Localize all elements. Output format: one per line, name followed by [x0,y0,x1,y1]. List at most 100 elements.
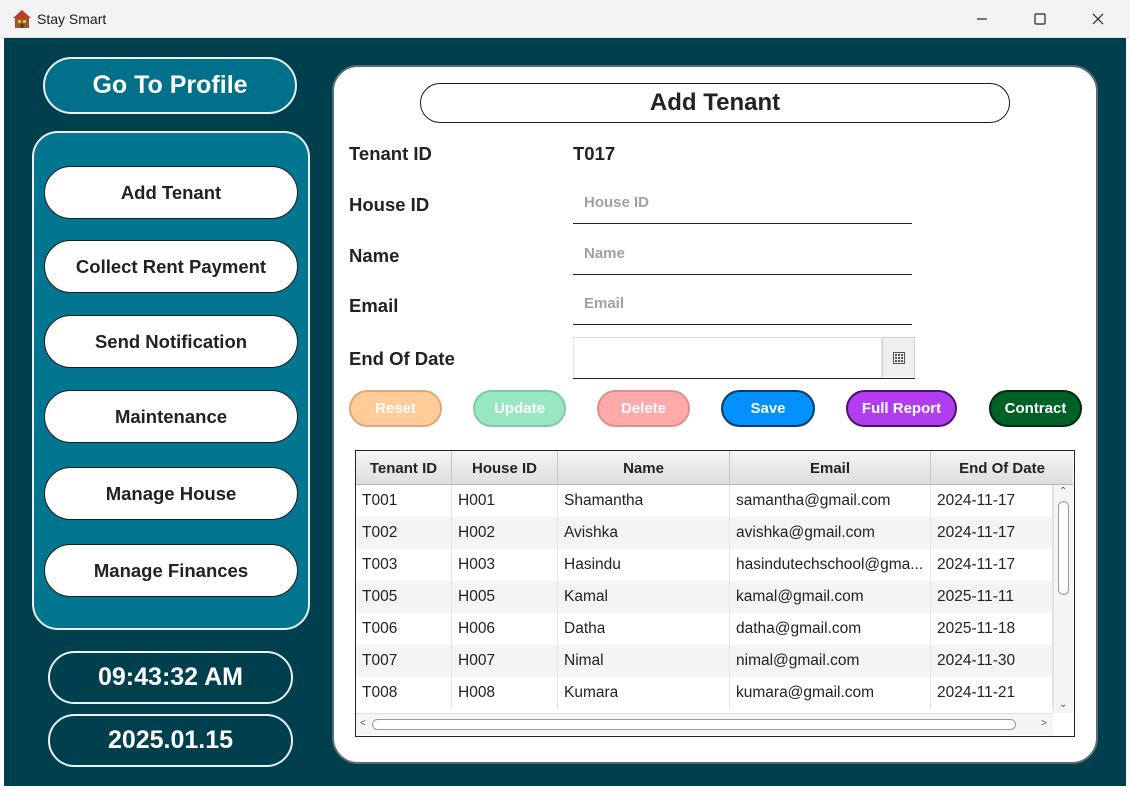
cell-end-date-text: 2025-11-18 [937,620,1016,637]
cell-name-text: Kumara [564,684,619,701]
maximize-button[interactable] [1011,0,1069,38]
scroll-right-icon[interactable]: > [1041,719,1047,729]
table-row[interactable]: T007 H007 Nimal nimal@gmail.com 2024-11-30 [356,645,1053,677]
cell-end-date-text: 2024-11-30 [937,652,1016,669]
close-icon [1092,13,1104,25]
cell-email-text: kumara@gmail.com [736,684,875,701]
cell-email: samantha@gmail.com [730,485,931,517]
house-id-input[interactable] [573,182,912,224]
cell-end-date-text: 2024-11-21 [937,684,1016,701]
email-label: Email [349,295,399,316]
cell-tenant-id: T005 [356,581,452,613]
maximize-icon [1034,13,1046,25]
delete-button[interactable]: Delete [597,390,690,427]
table-row[interactable]: T003 H003 Hasindu hasindutechschool@gma... 2… [356,549,1053,581]
cell-end-date-text: 2024-11-17 [937,492,1016,509]
cell-end-date: 2025-11-18 [931,613,1053,645]
column-header-end-date[interactable]: End Of Date [931,451,1073,485]
cell-email: kamal@gmail.com [730,581,931,613]
cell-tenant-id: T003 [356,549,452,581]
app-body: Go To Profile Add Tenant Collect Rent Pa… [4,38,1126,786]
nav-collect-rent-payment-button[interactable]: Collect Rent Payment [44,240,298,293]
table-body: T001 H001 Shamantha samantha@gmail.com 2024-… [356,485,1053,713]
scroll-up-icon[interactable]: ⌃ [1059,487,1067,497]
vertical-scroll-thumb[interactable] [1058,501,1069,595]
column-header-name[interactable]: Name [558,451,730,485]
horizontal-scrollbar[interactable]: < > [356,713,1053,735]
cell-email: datha@gmail.com [730,613,931,645]
column-header-tenant-id[interactable]: Tenant ID [356,451,452,485]
cell-email: nimal@gmail.com [730,645,931,677]
minimize-button[interactable] [953,0,1011,38]
cell-tenant-id-text: T003 [362,556,398,573]
cell-house-id-text: H005 [458,588,496,605]
nav-add-tenant-button[interactable]: Add Tenant [44,166,298,219]
cell-house-id-text: H008 [458,684,496,701]
cell-house-id-text: H007 [458,652,496,669]
cell-name-text: Shamantha [564,492,644,509]
table-row[interactable]: T008 H008 Kumara kumara@gmail.com 2024-11-21 [356,677,1053,709]
cell-house-id-text: H001 [458,492,496,509]
cell-end-date: 2024-11-17 [931,549,1053,581]
vertical-scrollbar[interactable]: ⌃ ⌄ [1053,485,1073,713]
cell-name: Avishka [558,517,730,549]
nav-manage-finances-button[interactable]: Manage Finances [44,544,298,597]
cell-email: hasindutechschool@gma... [730,549,931,581]
cell-end-date-text: 2024-11-17 [937,556,1016,573]
nav-send-notification-button[interactable]: Send Notification [44,315,298,368]
calendar-button[interactable] [882,337,915,377]
save-button[interactable]: Save [721,390,815,427]
cell-email: kumara@gmail.com [730,677,931,709]
go-to-profile-button[interactable]: Go To Profile [43,57,297,114]
tenant-id-value: T017 [573,143,616,164]
horizontal-scroll-thumb[interactable] [372,719,1016,730]
cell-house-id-text: H006 [458,620,496,637]
close-button[interactable] [1069,0,1127,38]
add-tenant-panel: Add Tenant Tenant ID T017 House ID Name … [332,65,1098,764]
table-row[interactable]: T006 H006 Datha datha@gmail.com 2025-11-18 [356,613,1053,645]
window-title: Stay Smart [37,11,107,27]
cell-house-id-text: H002 [458,524,496,541]
table-row[interactable]: T001 H001 Shamantha samantha@gmail.com 2024-… [356,485,1053,517]
email-input[interactable] [573,283,912,325]
cell-email-text: nimal@gmail.com [736,652,860,669]
name-label: Name [349,245,400,266]
table-row[interactable]: T005 H005 Kamal kamal@gmail.com 2025-11-11 [356,581,1053,613]
cell-end-date: 2025-11-11 [931,581,1053,613]
scroll-left-icon[interactable]: < [360,719,366,729]
cell-name-text: Nimal [564,652,604,669]
cell-email-text: samantha@gmail.com [736,492,891,509]
cell-tenant-id: T007 [356,645,452,677]
cell-house-id: H006 [452,613,558,645]
column-header-email[interactable]: Email [730,451,931,485]
scroll-down-icon[interactable]: ⌄ [1059,700,1067,710]
column-header-house-id[interactable]: House ID [452,451,558,485]
cell-name: Nimal [558,645,730,677]
house-icon [13,10,31,28]
cell-email-text: hasindutechschool@gma... [736,556,924,573]
update-button[interactable]: Update [473,390,566,427]
cell-house-id: H003 [452,549,558,581]
cell-house-id: H001 [452,485,558,517]
cell-tenant-id: T001 [356,485,452,517]
reset-button[interactable]: Reset [349,390,442,427]
table-row[interactable]: T002 H002 Avishka avishka@gmail.com 2024-11-… [356,517,1053,549]
cell-name-text: Hasindu [564,556,621,573]
page-title: Add Tenant [420,83,1010,123]
contract-button[interactable]: Contract [989,390,1082,427]
cell-house-id: H007 [452,645,558,677]
nav-maintenance-button[interactable]: Maintenance [44,390,298,443]
window-titlebar: Stay Smart [0,0,1130,38]
clock-date: 2025.01.15 [48,714,293,767]
cell-tenant-id-text: T001 [362,492,398,509]
name-input[interactable] [573,233,912,275]
tenants-table: Tenant ID House ID Name Email End Of Dat… [355,450,1075,737]
end-date-input[interactable] [573,337,882,377]
cell-email-text: datha@gmail.com [736,620,862,637]
nav-manage-house-button[interactable]: Manage House [44,467,298,520]
full-report-button[interactable]: Full Report [846,390,957,427]
cell-end-date: 2024-11-21 [931,677,1053,709]
cell-name: Shamantha [558,485,730,517]
table-header: Tenant ID House ID Name Email End Of Dat… [356,451,1073,485]
cell-tenant-id-text: T005 [362,588,398,605]
